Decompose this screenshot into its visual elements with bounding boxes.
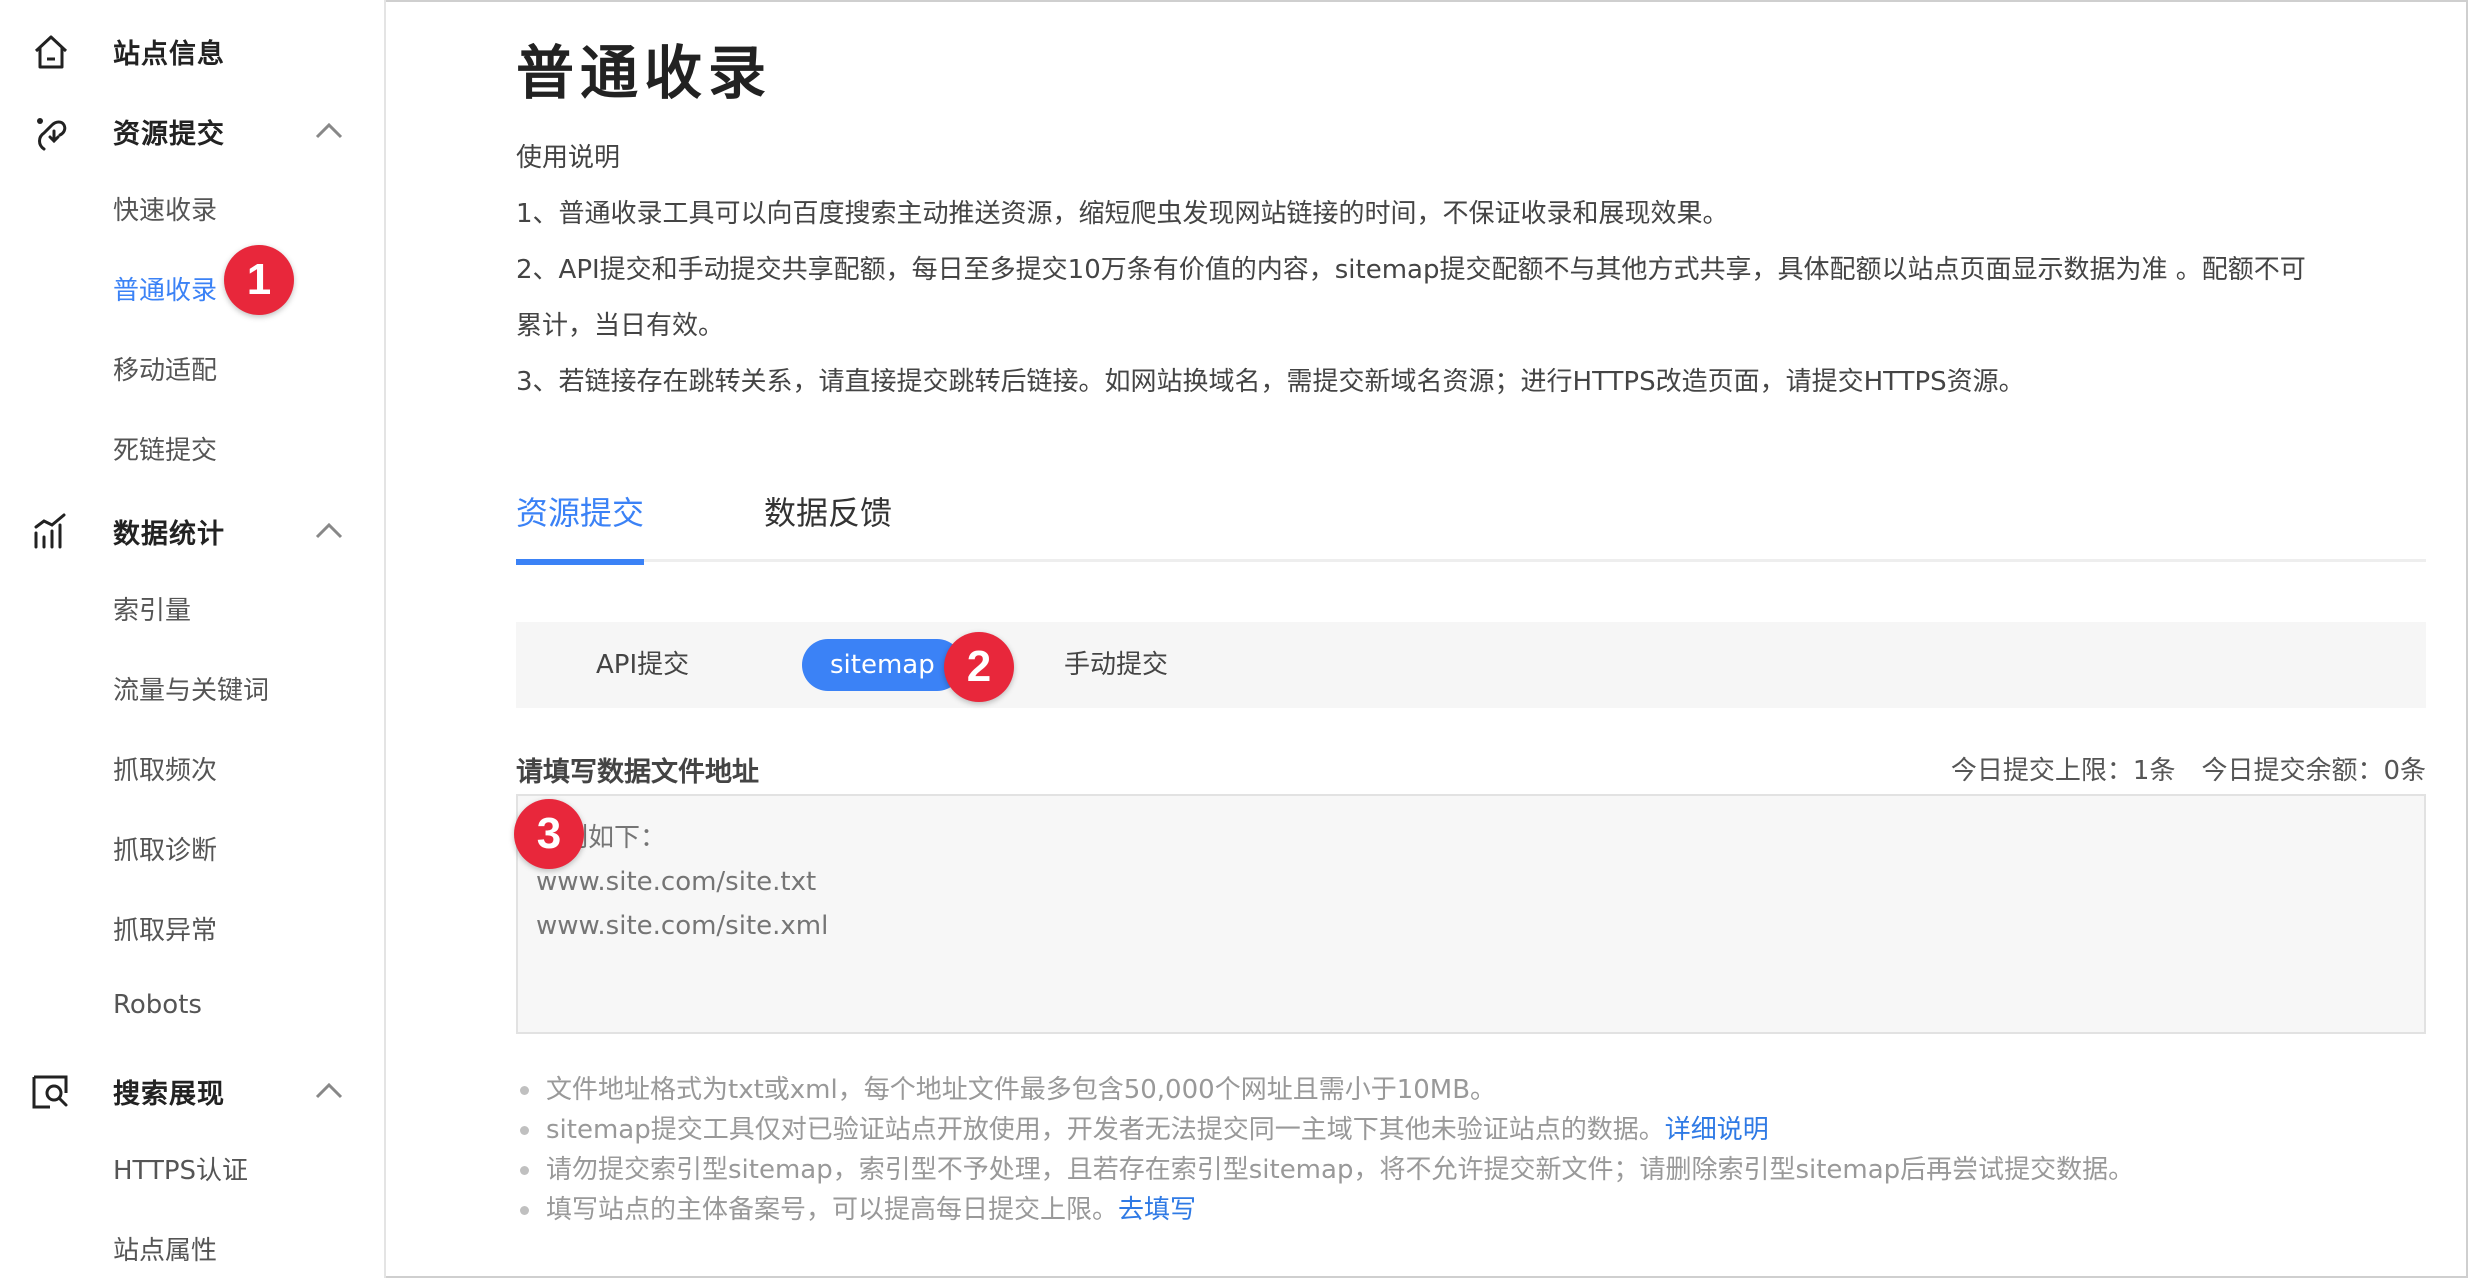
sidebar-item-mobile-adapt[interactable]: 移动适配 bbox=[0, 338, 384, 398]
submit-resource-icon bbox=[37, 118, 67, 151]
list-item: sitemap提交工具仅对已验证站点开放使用，开发者无法提交同一主域下其他未验证… bbox=[516, 1110, 2426, 1150]
sidebar-item-label: 普通收录 bbox=[113, 276, 218, 306]
sidebar-item-label: Robots bbox=[113, 990, 202, 1020]
chevron-up-icon[interactable] bbox=[313, 1078, 345, 1102]
sidebar-group-resource-submit[interactable]: 资源提交 bbox=[0, 96, 384, 166]
step-marker-1: 1 bbox=[224, 245, 294, 315]
sidebar-item-label: 快速收录 bbox=[113, 196, 218, 226]
tab-resource-submit[interactable]: 资源提交 bbox=[516, 488, 645, 565]
notes-list: 文件地址格式为txt或xml，每个地址文件最多包含50,000个网址且需小于10… bbox=[516, 1070, 2426, 1230]
sidebar-item-https-auth[interactable]: HTTPS认证 bbox=[0, 1138, 384, 1198]
step-marker-3: 3 bbox=[514, 799, 584, 869]
quota-remaining: 今日提交余额：0条 bbox=[2201, 756, 2426, 786]
submit-method-bar: API提交 sitemap 手动提交 bbox=[516, 622, 2426, 708]
tab-data-feedback[interactable]: 数据反馈 bbox=[764, 488, 892, 562]
note-text: 文件地址格式为txt或xml，每个地址文件最多包含50,000个网址且需小于10… bbox=[546, 1075, 1497, 1105]
sidebar-item-index-count[interactable]: 索引量 bbox=[0, 578, 384, 638]
sidebar-group-site-info[interactable]: 站点信息 bbox=[0, 16, 384, 86]
sitemap-url-input[interactable] bbox=[516, 794, 2426, 1034]
sidebar-item-site-attributes[interactable]: 站点属性 bbox=[0, 1218, 384, 1278]
sidebar-group-label: 站点信息 bbox=[113, 38, 225, 70]
sidebar-item-dead-link[interactable]: 死链提交 bbox=[0, 418, 384, 478]
subtab-sitemap[interactable]: sitemap bbox=[802, 639, 963, 691]
fill-in-link[interactable]: 去填写 bbox=[1118, 1195, 1196, 1225]
quota-limit: 今日提交上限：1条 bbox=[1950, 756, 2176, 786]
stats-icon bbox=[34, 513, 66, 549]
list-item: 请勿提交索引型sitemap，索引型不予处理，且若存在索引型sitemap，将不… bbox=[516, 1150, 2426, 1190]
main-content: 普通收录 使用说明 1、普通收录工具可以向百度搜索主动推送资源，缩短爬虫发现网站… bbox=[386, 0, 2466, 1278]
sidebar-item-label: 死链提交 bbox=[113, 436, 218, 466]
usage-heading: 使用说明 bbox=[516, 143, 621, 173]
subtab-api[interactable]: API提交 bbox=[596, 639, 689, 691]
sidebar-item-crawl-errors[interactable]: 抓取异常 bbox=[0, 898, 384, 958]
quota-info: 今日提交上限：1条 今日提交余额：0条 bbox=[1925, 750, 2426, 787]
usage-line-3: 3、若链接存在跳转关系，请直接提交跳转后链接。如网站换域名，需提交新域名资源；进… bbox=[516, 367, 2025, 397]
chevron-up-icon[interactable] bbox=[313, 518, 345, 542]
list-item: 文件地址格式为txt或xml，每个地址文件最多包含50,000个网址且需小于10… bbox=[516, 1070, 2426, 1110]
usage-line-2-cont: 累计，当日有效。 bbox=[516, 311, 725, 341]
sidebar-group-data-stats[interactable]: 数据统计 bbox=[0, 496, 384, 566]
sidebar-item-label: 抓取频次 bbox=[113, 756, 218, 786]
sidebar-item-fast-index[interactable]: 快速收录 bbox=[0, 178, 384, 238]
chevron-up-icon[interactable] bbox=[313, 118, 345, 142]
form-label: 请填写数据文件地址 bbox=[516, 757, 759, 788]
sidebar-item-normal-index[interactable]: 普通收录 bbox=[0, 258, 384, 318]
step-marker-2: 2 bbox=[944, 632, 1014, 702]
note-text: 填写站点的主体备案号，可以提高每日提交上限。 bbox=[546, 1195, 1119, 1225]
sidebar-item-label: 抓取异常 bbox=[113, 916, 218, 946]
sidebar-group-label: 数据统计 bbox=[113, 518, 225, 550]
sidebar-item-label: 站点属性 bbox=[113, 1236, 218, 1266]
note-text: sitemap提交工具仅对已验证站点开放使用，开发者无法提交同一主域下其他未验证… bbox=[546, 1115, 1665, 1145]
usage-line-2: 2、API提交和手动提交共享配额，每日至多提交10万条有价值的内容，sitema… bbox=[516, 255, 2306, 285]
sidebar-group-search-display[interactable]: 搜索展现 bbox=[0, 1056, 384, 1126]
list-item: 填写站点的主体备案号，可以提高每日提交上限。去填写 bbox=[516, 1190, 2426, 1230]
sidebar-item-traffic-keywords[interactable]: 流量与关键词 bbox=[0, 658, 384, 718]
sidebar-item-crawl-diagnosis[interactable]: 抓取诊断 bbox=[0, 818, 384, 878]
sidebar-item-label: 抓取诊断 bbox=[113, 836, 218, 866]
sidebar-item-crawl-frequency[interactable]: 抓取频次 bbox=[0, 738, 384, 798]
home-icon bbox=[34, 35, 68, 69]
sidebar-item-label: HTTPS认证 bbox=[113, 1156, 249, 1186]
sidebar-item-robots[interactable]: Robots bbox=[0, 978, 384, 1038]
page-title: 普通收录 bbox=[516, 39, 773, 107]
sidebar-item-label: 移动适配 bbox=[113, 356, 218, 386]
details-link[interactable]: 详细说明 bbox=[1665, 1115, 1769, 1145]
sidebar-item-label: 流量与关键词 bbox=[113, 676, 270, 706]
tab-bar: 资源提交 数据反馈 bbox=[516, 478, 2426, 565]
sidebar-item-label: 索引量 bbox=[113, 596, 192, 626]
sidebar-group-label: 搜索展现 bbox=[113, 1078, 225, 1110]
search-display-icon bbox=[32, 1075, 68, 1109]
sidebar: 站点信息 资源提交 快速收录 普通收录 移动适配 死链提交 数据统计 索引量 流… bbox=[0, 0, 386, 1278]
sidebar-group-label: 资源提交 bbox=[113, 118, 225, 150]
usage-line-1: 1、普通收录工具可以向百度搜索主动推送资源，缩短爬虫发现网站链接的时间，不保证收… bbox=[516, 199, 1729, 229]
subtab-manual[interactable]: 手动提交 bbox=[1064, 639, 1168, 691]
note-text: 请勿提交索引型sitemap，索引型不予处理，且若存在索引型sitemap，将不… bbox=[546, 1155, 2135, 1185]
